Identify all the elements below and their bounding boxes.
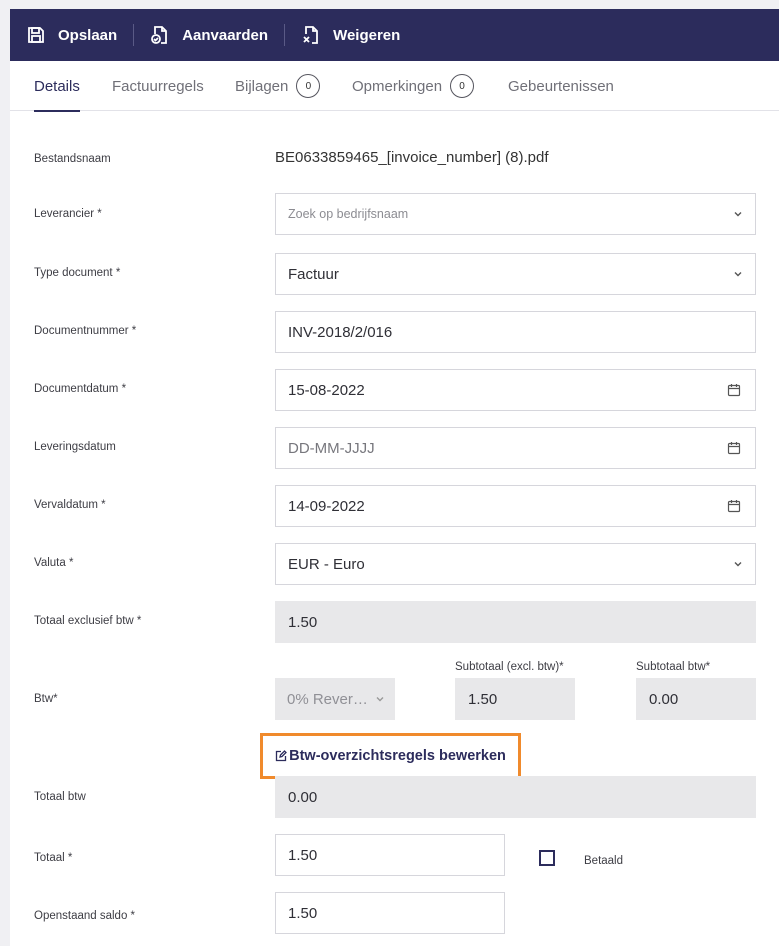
chevron-down-icon	[734, 212, 742, 217]
doctype-select[interactable]: Factuur	[275, 253, 756, 295]
subtotal-excl-field: 1.50	[455, 678, 575, 720]
tab-label: Bijlagen	[235, 77, 289, 95]
total-excl-field: 1.50	[275, 601, 756, 643]
accept-button-label: Aanvaarden	[182, 26, 269, 44]
tab-comments[interactable]: Opmerkingen 0	[352, 61, 475, 111]
save-button[interactable]: Opslaan	[26, 9, 133, 61]
paid-checkbox[interactable]	[539, 850, 555, 866]
deliverydate-input[interactable]: DD-MM-JJJJ	[275, 427, 756, 469]
subtotal-excl-value: 1.50	[468, 690, 498, 708]
vat-label: Btw*	[34, 693, 58, 705]
doctype-value: Factuur	[288, 265, 339, 283]
chevron-down-icon	[376, 697, 384, 702]
deliverydate-label: Leveringsdatum	[34, 441, 116, 453]
toolbar-divider	[284, 24, 286, 46]
edit-icon	[275, 750, 288, 762]
supplier-placeholder: Zoek op bedrijfsnaam	[288, 207, 409, 221]
total-input[interactable]: 1.50	[275, 834, 505, 876]
tab-invoice-lines[interactable]: Factuurregels	[112, 61, 204, 111]
tab-label: Opmerkingen	[352, 77, 443, 95]
count-badge: 0	[450, 74, 475, 98]
reject-button[interactable]: Weigeren	[301, 9, 416, 61]
total-label: Totaal *	[34, 852, 73, 864]
docdate-label: Documentdatum *	[34, 383, 127, 395]
docnumber-value: INV-2018/2/016	[288, 323, 393, 341]
subtotal-excl-label: Subtotaal (excl. btw)*	[455, 661, 564, 673]
document-reject-icon	[303, 26, 318, 44]
calendar-icon[interactable]	[727, 441, 741, 455]
count-badge: 0	[296, 74, 321, 98]
deliverydate-placeholder: DD-MM-JJJJ	[288, 439, 375, 457]
tab-label: Factuurregels	[112, 77, 204, 95]
currency-select[interactable]: EUR - Euro	[275, 543, 756, 585]
save-icon	[28, 27, 44, 43]
supplier-label: Leverancier *	[34, 208, 102, 220]
docnumber-label: Documentnummer *	[34, 325, 137, 337]
tab-bar: Details Factuurregels Bijlagen 0 Opmerki…	[10, 61, 779, 112]
tab-attachments[interactable]: Bijlagen 0	[235, 61, 321, 111]
balance-label: Openstaand saldo *	[34, 910, 136, 922]
filename-label: Bestandsnaam	[34, 153, 111, 165]
balance-input[interactable]: 1.50	[275, 892, 505, 934]
supplier-select[interactable]: Zoek op bedrijfsnaam	[275, 193, 756, 235]
accept-button[interactable]: Aanvaarden	[150, 9, 284, 61]
balance-value: 1.50	[288, 904, 318, 922]
subtotal-vat-field: 0.00	[636, 678, 756, 720]
total-excl-value: 1.50	[288, 613, 318, 631]
chevron-down-icon	[734, 272, 742, 277]
tab-details[interactable]: Details	[34, 61, 80, 112]
invoice-details-panel: Details Factuurregels Bijlagen 0 Opmerki…	[10, 61, 779, 946]
filename-value: BE0633859465_[invoice_number] (8).pdf	[275, 149, 549, 166]
subtotal-vat-label: Subtotaal btw*	[636, 661, 711, 673]
document-accept-icon	[151, 26, 168, 44]
total-value: 1.50	[288, 846, 318, 864]
duedate-label: Vervaldatum *	[34, 499, 106, 511]
vat-rate-value: 0% Rever…	[287, 690, 368, 708]
duedate-value: 14-09-2022	[288, 497, 365, 515]
currency-value: EUR - Euro	[288, 555, 365, 573]
paid-label: Betaald	[584, 855, 624, 867]
total-vat-label: Totaal btw	[34, 791, 86, 803]
docnumber-input[interactable]: INV-2018/2/016	[275, 311, 756, 353]
calendar-icon[interactable]	[727, 383, 741, 397]
docdate-value: 15-08-2022	[288, 381, 365, 399]
vat-rate-select[interactable]: 0% Rever…	[275, 678, 395, 720]
total-vat-value: 0.00	[288, 788, 318, 806]
action-toolbar: Opslaan Aanvaarden Weigeren	[10, 9, 779, 61]
chevron-down-icon	[734, 562, 742, 567]
reject-button-label: Weigeren	[333, 26, 401, 44]
currency-label: Valuta *	[34, 557, 74, 569]
edit-vat-lines-link[interactable]: Btw-overzichtsregels bewerken	[260, 733, 521, 779]
total-excl-label: Totaal exclusief btw *	[34, 615, 142, 627]
total-vat-field: 0.00	[275, 776, 756, 818]
doctype-label: Type document *	[34, 267, 121, 279]
edit-vat-lines-label: Btw-overzichtsregels bewerken	[289, 748, 506, 764]
docdate-input[interactable]: 15-08-2022	[275, 369, 756, 411]
duedate-input[interactable]: 14-09-2022	[275, 485, 756, 527]
tab-label: Details	[34, 77, 80, 95]
tab-label: Gebeurtenissen	[508, 77, 614, 95]
calendar-icon[interactable]	[727, 499, 741, 513]
save-button-label: Opslaan	[58, 26, 118, 44]
toolbar-divider	[133, 24, 135, 46]
subtotal-vat-value: 0.00	[649, 690, 679, 708]
tab-events[interactable]: Gebeurtenissen	[508, 61, 614, 111]
